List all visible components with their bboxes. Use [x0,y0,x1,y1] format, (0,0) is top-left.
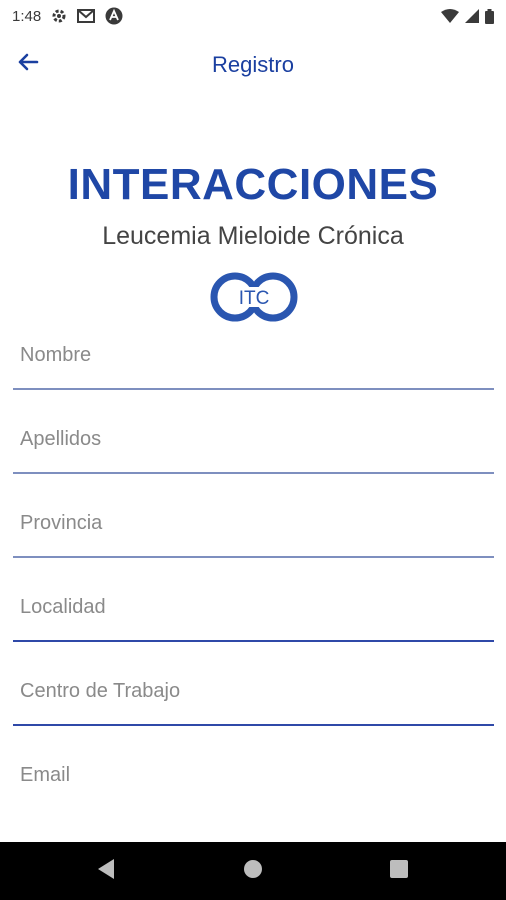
centro-de-trabajo-field[interactable]: Centro de Trabajo [13,666,494,726]
battery-icon [485,8,494,24]
provincia-placeholder: Provincia [20,512,103,534]
field-underline [13,556,494,558]
apellidos-field[interactable]: Apellidos [13,414,494,474]
recents-square-icon [389,859,409,884]
page-title: Registro [212,52,294,77]
localidad-field[interactable]: Localidad [13,582,494,642]
localidad-placeholder: Localidad [20,596,106,618]
wifi-icon [441,9,459,23]
app-bar: Registro [0,40,506,92]
email-placeholder: Email [20,764,71,786]
itc-logo: ITC [210,272,298,322]
field-underline [13,640,494,642]
field-underline [13,388,494,390]
logo-text: ITC [239,288,270,309]
status-left: 1:48 [12,7,123,25]
back-triangle-icon [96,858,116,885]
nav-recents-button[interactable] [383,856,415,886]
status-time: 1:48 [12,7,42,25]
cell-signal-icon [465,9,479,23]
nav-home-button[interactable] [237,856,269,886]
centro-de-trabajo-placeholder: Centro de Trabajo [20,680,181,702]
gmail-icon [77,9,96,23]
nombre-field[interactable]: Nombre [13,330,494,390]
apellidos-placeholder: Apellidos [20,428,102,450]
provincia-field[interactable]: Provincia [13,498,494,558]
system-nav-bar [0,842,506,900]
nombre-placeholder: Nombre [20,344,92,366]
field-underline [13,724,494,726]
brand-title: INTERACCIONES [67,160,439,209]
nav-back-button[interactable] [90,856,122,886]
home-circle-icon [242,858,264,885]
brand-subtitle: Leucemia Mieloide Crónica [102,222,404,250]
field-underline [13,472,494,474]
gear-icon [51,8,67,24]
app-notification-icon [105,7,123,25]
status-bar: 1:48 [0,0,506,32]
status-right [441,8,494,24]
email-field[interactable]: Email [13,750,494,810]
